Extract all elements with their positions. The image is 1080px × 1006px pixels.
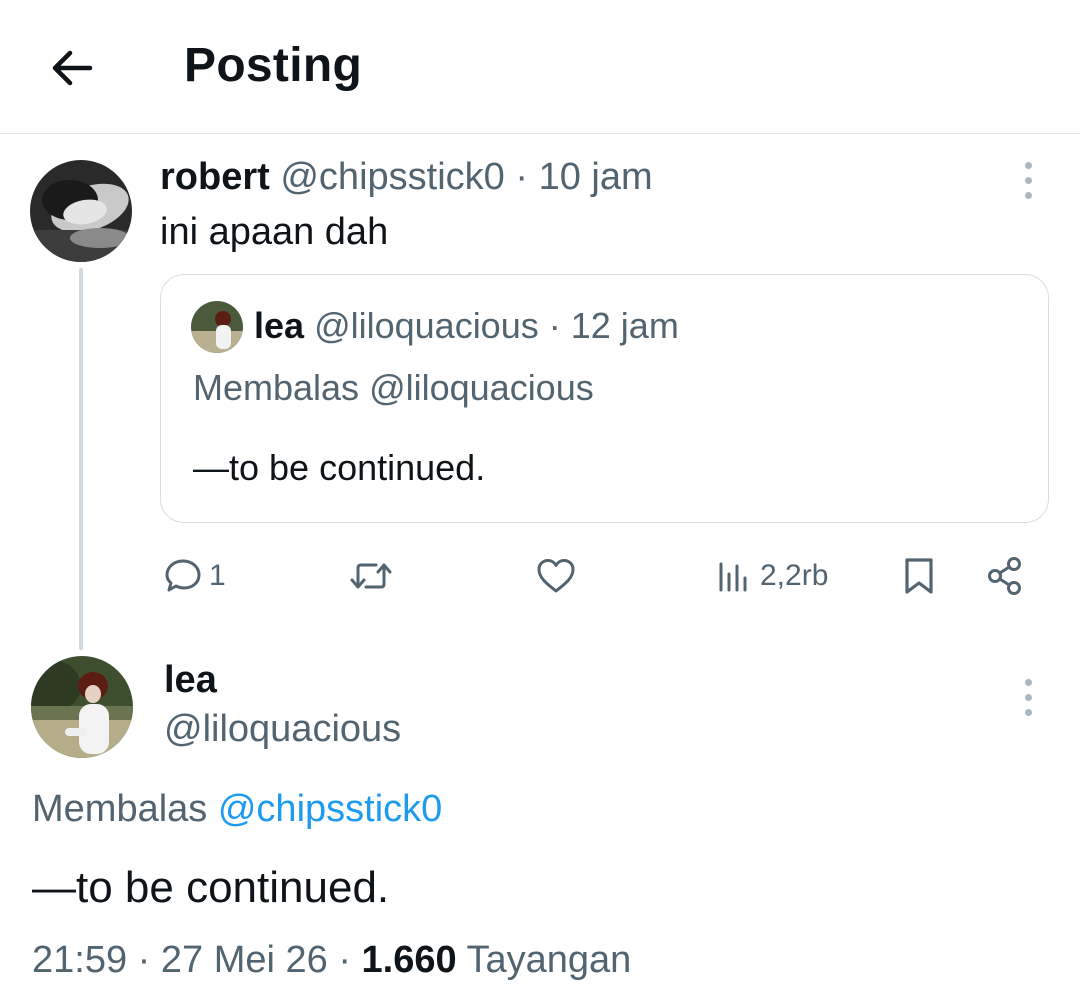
- thread-line: [79, 268, 83, 650]
- avatar-photo: [191, 301, 243, 353]
- views-label: Tayangan: [466, 939, 632, 981]
- quote-author-handle: @liloquacious: [314, 305, 539, 346]
- more-dot: [1024, 708, 1032, 716]
- separator: ·: [515, 156, 528, 198]
- bookmark-icon: [905, 558, 933, 594]
- post-meta: 21:59 · 27 Mei 26 · 1.660 Tayangan: [32, 939, 631, 982]
- views-button[interactable]: 2,2rb: [714, 556, 828, 596]
- share-button[interactable]: [984, 555, 1026, 597]
- top-bar: Posting: [0, 0, 1080, 134]
- avatar-photo: [30, 160, 132, 262]
- views-count[interactable]: 1.660: [362, 939, 457, 981]
- more-dot: [1024, 678, 1032, 686]
- repost-icon: [350, 563, 392, 589]
- post-time[interactable]: 21:59: [32, 939, 127, 981]
- comment-icon: [165, 559, 201, 592]
- share-icon: [988, 557, 1021, 595]
- reply-count: 1: [209, 559, 226, 592]
- quote-time: 12 jam: [570, 305, 679, 346]
- heart-icon: [537, 559, 575, 593]
- reply-button[interactable]: 1: [163, 556, 226, 596]
- avatar-photo: [31, 656, 133, 758]
- quoted-post-card[interactable]: lea @liloquacious · 12 jam Membalas @lil…: [160, 274, 1049, 523]
- more-dot: [1024, 693, 1032, 701]
- author-name[interactable]: robert: [160, 156, 270, 198]
- repost-button[interactable]: [348, 556, 394, 596]
- page-title: Posting: [184, 39, 363, 92]
- post-time[interactable]: 10 jam: [539, 156, 653, 198]
- avatar[interactable]: [31, 656, 133, 758]
- avatar[interactable]: [30, 160, 132, 262]
- more-dot: [1024, 191, 1032, 199]
- bookmark-button[interactable]: [900, 555, 938, 597]
- quote-avatar: [191, 301, 243, 353]
- separator: ·: [548, 305, 561, 346]
- views-count: 2,2rb: [760, 559, 829, 592]
- more-dot: [1024, 176, 1032, 184]
- quote-author-row: lea @liloquacious · 12 jam: [254, 305, 679, 347]
- author-handle[interactable]: @chipsstick0: [280, 156, 504, 198]
- main-post-text: —to be continued.: [32, 863, 390, 912]
- back-button[interactable]: [44, 40, 100, 96]
- analytics-icon: [719, 562, 747, 592]
- separator: ·: [338, 939, 351, 981]
- more-dot: [1024, 161, 1032, 169]
- more-options-button[interactable]: [1013, 672, 1043, 722]
- separator: ·: [137, 939, 151, 981]
- quote-text: —to be continued.: [193, 447, 486, 488]
- post-date[interactable]: 27 Mei 26: [161, 939, 328, 981]
- arrow-left-icon: [52, 50, 93, 86]
- replying-label: Membalas: [32, 788, 208, 830]
- main-author-name[interactable]: lea: [164, 659, 217, 702]
- like-button[interactable]: [535, 556, 577, 596]
- more-options-button[interactable]: [1013, 155, 1043, 205]
- replying-handle-link[interactable]: @chipsstick0: [218, 788, 442, 830]
- main-replying-to: Membalas @chipsstick0: [32, 788, 442, 831]
- quote-author-name: lea: [254, 305, 305, 346]
- quote-replying-to: Membalas @liloquacious: [193, 367, 594, 408]
- main-author-handle[interactable]: @liloquacious: [164, 708, 401, 751]
- reply-text: ini apaan dah: [160, 211, 389, 253]
- reply-author-row: robert @chipsstick0 · 10 jam: [160, 156, 653, 199]
